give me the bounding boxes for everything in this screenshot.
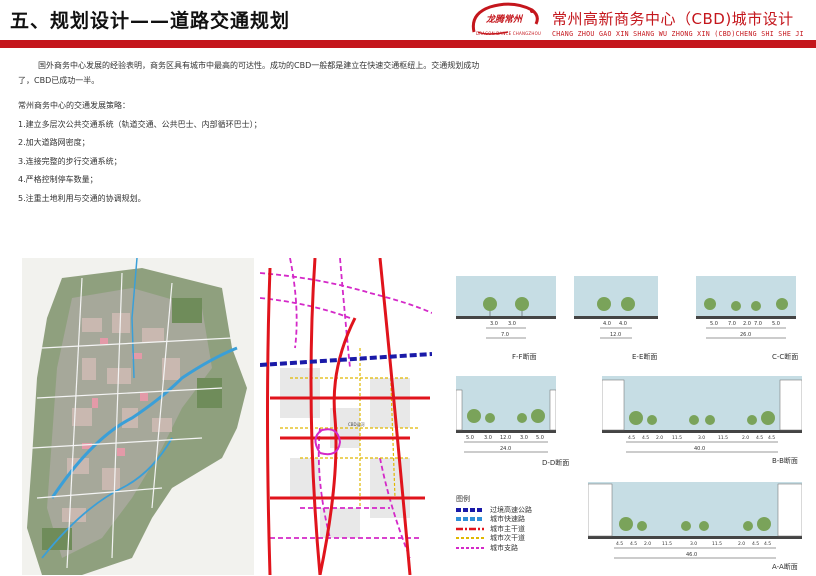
legend-label: 城市快速路 <box>490 515 525 524</box>
legend-label: 城市主干道 <box>490 524 525 533</box>
dim-label: 2.0 <box>738 541 745 547</box>
dim-label: 12.0 <box>500 435 511 441</box>
strategy-item: 1.建立多层次公共交通系统（轨道交通、公共巴士、内部循环巴士）； <box>18 119 262 129</box>
dim-label: 5.0 <box>536 435 544 441</box>
landuse-map <box>22 258 254 575</box>
legend-item: 城市快速路 <box>456 515 576 525</box>
dim-label: 4.0 <box>603 321 611 327</box>
dim-label: 4.5 <box>764 541 771 547</box>
dim-label: 4.5 <box>768 435 775 441</box>
legend-item: 城市主干道 <box>456 524 576 534</box>
dim-label: 11.5 <box>712 541 722 547</box>
dim-label: 4.5 <box>756 435 763 441</box>
section-a-a: 4.5 4.5 2.0 11.5 3.0 11.5 2.0 4.5 4.5 46… <box>588 482 802 559</box>
dim-label: 12.0 <box>610 332 621 338</box>
section-b-b: 4.5 4.5 2.0 11.5 3.0 11.5 2.0 4.5 4.5 40… <box>602 376 802 453</box>
dim-label: 3.0 <box>698 435 705 441</box>
project-pinyin: CHANG ZHOU GAO XIN SHANG WU ZHONG XIN (C… <box>552 30 804 38</box>
section-c-c: 5.0 7.0 2.0 7.0 5.0 26.0 <box>696 276 796 339</box>
strategy-list: 常州商务中心的交通发展策略： 1.建立多层次公共交通系统（轨道交通、公共巴士、内… <box>18 97 262 208</box>
dim-label: 11.5 <box>672 435 682 441</box>
dim-label: 2.0 <box>743 321 751 327</box>
dim-label: 2.0 <box>644 541 651 547</box>
intro-line-1: 国外商务中心发展的经验表明，商务区具有城市中最高的可达性。成功的CBD一般都是建… <box>38 61 480 70</box>
canal-label: CBD运河 <box>348 421 365 427</box>
dim-label: 4.5 <box>752 541 759 547</box>
dim-label: 4.5 <box>630 541 637 547</box>
strategy-item: 5.注重土地利用与交通的协调规划。 <box>18 193 146 203</box>
strategy-item: 2.加大道路网密度； <box>18 138 90 147</box>
section-a-label: A-A断面 <box>772 563 798 571</box>
map-legend: 图例 过境高速公路 城市快速路 城市主干道 城市次干道 城市支路 <box>456 494 576 553</box>
section-f-f: 3.0 3.0 7.0 <box>456 276 556 339</box>
dim-label: 11.5 <box>662 541 672 547</box>
section-e-label: E-E断面 <box>632 353 658 361</box>
project-title: 常州高新商务中心（CBD)城市设计 <box>552 10 794 28</box>
road-network-map: CBD运河 <box>260 258 432 575</box>
logo-text: 龙腾常州 <box>486 15 523 25</box>
section-f-label: F-F断面 <box>512 353 537 361</box>
secondary-road-line-icon <box>456 537 484 540</box>
dim-label: 11.5 <box>718 435 728 441</box>
dim-label: 4.5 <box>616 541 623 547</box>
dim-label: 2.0 <box>656 435 663 441</box>
intro-line-2: 了，CBD已成功一半。 <box>18 76 100 85</box>
expressway-urban-line-icon <box>456 517 484 522</box>
legend-label: 城市次干道 <box>490 534 525 543</box>
dim-label: 5.0 <box>710 321 718 327</box>
header: 五、规划设计——道路交通规划 龙腾常州 DRAGON DANCE CHANGZH… <box>0 0 816 40</box>
legend-title: 图例 <box>456 495 470 503</box>
logo-subtext: DRAGON DANCE CHANGZHOU <box>476 31 542 36</box>
expressway-line-icon <box>456 507 484 512</box>
section-b-label: B-B断面 <box>772 457 798 465</box>
dim-label: 40.0 <box>694 446 705 452</box>
branch-road-line-icon <box>456 546 484 549</box>
dim-label: 5.0 <box>772 321 780 327</box>
strategy-item: 3.连接完整的步行交通系统； <box>18 156 122 166</box>
dim-label: 2.0 <box>742 435 749 441</box>
legend-label: 城市支路 <box>490 543 518 552</box>
dim-label: 4.0 <box>619 321 627 327</box>
dim-label: 4.5 <box>642 435 649 441</box>
legend-item: 城市次干道 <box>456 534 576 544</box>
dim-label: 7.0 <box>501 332 509 338</box>
dim-label: 3.0 <box>508 321 516 327</box>
section-d-label: D-D断面 <box>542 459 570 467</box>
dim-label: 46.0 <box>686 552 697 558</box>
page-title: 五、规划设计——道路交通规划 <box>10 10 291 32</box>
dim-label: 26.0 <box>740 332 751 338</box>
dim-label: 4.5 <box>628 435 635 441</box>
dim-label: 3.0 <box>520 435 528 441</box>
dim-label: 7.0 <box>728 321 736 327</box>
legend-item: 城市支路 <box>456 543 576 553</box>
dim-label: 5.0 <box>466 435 474 441</box>
legend-item: 过境高速公路 <box>456 505 576 515</box>
section-d-d: 5.0 3.0 12.0 3.0 5.0 24.0 <box>456 376 556 453</box>
section-e-e: 4.0 4.0 12.0 <box>574 276 658 339</box>
header-accent-bar <box>0 40 816 48</box>
section-c-label: C-C断面 <box>772 353 799 361</box>
dim-label: 3.0 <box>690 541 697 547</box>
main-road-line-icon <box>456 527 484 530</box>
legend-label: 过境高速公路 <box>490 505 532 514</box>
dim-label: 24.0 <box>500 446 511 452</box>
strategy-heading: 常州商务中心的交通发展策略： <box>18 101 130 110</box>
strategy-item: 4.严格控制停车数量； <box>18 175 98 184</box>
intro-paragraph: 国外商务中心发展的经验表明，商务区具有城市中最高的可达性。成功的CBD一般都是建… <box>18 58 558 88</box>
dim-label: 3.0 <box>490 321 498 327</box>
dim-label: 3.0 <box>484 435 492 441</box>
dim-label: 7.0 <box>754 321 762 327</box>
